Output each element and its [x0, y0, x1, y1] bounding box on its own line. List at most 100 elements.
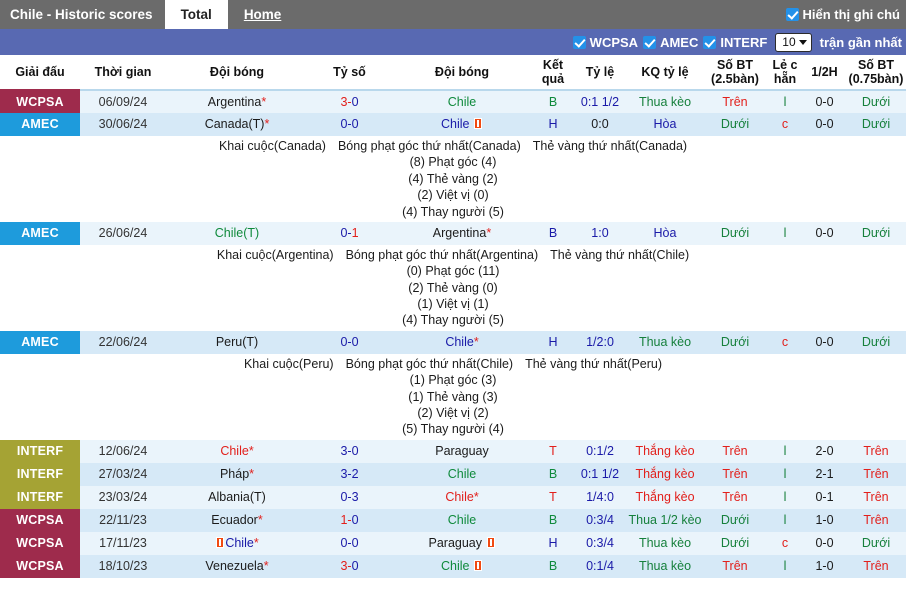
table-row[interactable]: WCPSA 06/09/24 Argentina* 3-0 Chile B 0:1 1/2 T… — [0, 90, 906, 113]
match-result: B — [533, 554, 573, 578]
handicap-result: Thua kèo — [627, 531, 703, 555]
match-detail-stat-line: (1) Phạt góc (3) — [409, 373, 497, 388]
interf-label: INTERF — [720, 34, 768, 50]
table-row[interactable]: WCPSA 18/10/23 Venezuela* 3-0 Chile B 0:1/4 Th… — [0, 554, 906, 578]
handicap-odds: 1/2:0 — [573, 330, 627, 354]
show-notes-control[interactable]: Hiển thị ghi chú — [785, 0, 906, 29]
team-name: Peru(T) — [215, 335, 259, 350]
table-row[interactable]: AMEC 26/06/24 Chile(T) 0-1 Argentina* B 1:0 Hòa… — [0, 221, 906, 245]
match-score[interactable]: 0-1 — [308, 221, 391, 245]
match-score[interactable]: 0-0 — [308, 330, 391, 354]
over-under-075: Dưới — [846, 330, 906, 354]
over-under-075: Dưới — [846, 221, 906, 245]
league-badge[interactable]: INTERF — [0, 485, 80, 509]
match-score[interactable]: 1-0 — [308, 508, 391, 532]
team-name: Chile — [447, 94, 477, 109]
col-score[interactable]: Tỷ số — [308, 55, 391, 91]
match-count-select[interactable]: 10 — [775, 32, 812, 52]
match-score[interactable]: 0-3 — [308, 485, 391, 509]
amec-checkbox[interactable] — [643, 35, 657, 49]
match-result: B — [533, 221, 573, 245]
match-date: 12/06/24 — [80, 439, 166, 463]
league-badge[interactable]: AMEC — [0, 221, 80, 245]
tab-home[interactable]: Home — [228, 0, 298, 29]
match-detail-stat-line: (2) Thẻ vàng (0) — [408, 280, 498, 295]
match-detail-stat-line: (8) Phạt góc (4) — [409, 155, 497, 170]
match-date: 27/03/24 — [80, 462, 166, 486]
match-detail-headline-item: Bóng phạt góc thứ nhất(Canada) — [337, 139, 521, 153]
match-detail-block: Khai cuộc(Argentina) Bóng phạt góc thứ nh… — [0, 244, 906, 331]
odd-even: l — [767, 439, 803, 463]
tab-total[interactable]: Total — [164, 0, 228, 29]
matches-table: Giải đấu Thời gian Đội bóng Tỷ số Đội bó… — [0, 55, 906, 578]
league-badge[interactable]: WCPSA — [0, 531, 80, 555]
match-score[interactable]: 3-0 — [308, 554, 391, 578]
table-row[interactable]: INTERF 23/03/24 Albania(T) 0-3 Chile* T 1/4:0 T… — [0, 485, 906, 509]
col-league[interactable]: Giải đấu — [0, 55, 80, 91]
col-time[interactable]: Thời gian — [80, 55, 166, 91]
filter-bar: WCPSA AMEC INTERF 10 trận gần nhất — [0, 29, 906, 55]
team-name: Albania(T) — [208, 489, 266, 504]
col-odds[interactable]: Tỷ lệ — [573, 55, 627, 91]
red-card-icon — [216, 536, 225, 548]
col-away-team[interactable]: Đội bóng — [391, 55, 533, 91]
handicap-result: Hòa — [627, 113, 703, 136]
table-row[interactable]: AMEC 22/06/24 Peru(T) 0-0 Chile* H 1/2:0 Thua k… — [0, 330, 906, 354]
filter-wcpsa[interactable]: WCPSA — [572, 35, 638, 50]
col-odd-even[interactable]: Lẻ c hẵn — [767, 55, 803, 91]
team-name: Chile — [441, 558, 470, 573]
match-count-value: 10 — [782, 35, 796, 49]
match-detail-stat-line: (2) Việt vị (2) — [417, 405, 489, 420]
col-odds-result[interactable]: KQ tỷ lệ — [627, 55, 703, 91]
half-time-score: 2-1 — [803, 462, 846, 486]
match-score[interactable]: 0-0 — [308, 113, 391, 136]
show-notes-checkbox[interactable] — [785, 8, 799, 21]
league-badge[interactable]: INTERF — [0, 462, 80, 486]
interf-checkbox[interactable] — [703, 35, 717, 49]
match-detail-headline: Khai cuộc(Peru) Bóng phạt góc thứ nhất(Ch… — [1, 357, 905, 371]
handicap-result: Thua kèo — [627, 554, 703, 578]
col-ou-075[interactable]: Số BT (0.75bàn) — [846, 55, 906, 91]
wcpsa-checkbox[interactable] — [572, 35, 586, 49]
handicap-odds: 0:1 1/2 — [573, 462, 627, 486]
table-row[interactable]: WCPSA 22/11/23 Ecuador* 1-0 Chile B 0:3/4 Thua … — [0, 508, 906, 532]
over-under-075: Trên — [846, 462, 906, 486]
over-under-25: Trên — [703, 462, 767, 486]
match-score[interactable]: 3-0 — [308, 439, 391, 463]
match-score[interactable]: 3-2 — [308, 462, 391, 486]
league-badge[interactable]: WCPSA — [0, 554, 80, 578]
col-home-team[interactable]: Đội bóng — [166, 55, 308, 91]
league-badge[interactable]: WCPSA — [0, 508, 80, 532]
chevron-down-icon — [798, 39, 807, 45]
col-half-time[interactable]: 1/2H — [803, 55, 846, 91]
league-badge[interactable]: WCPSA — [0, 90, 80, 113]
match-date: 06/09/24 — [80, 90, 166, 113]
team-name: Chile — [447, 466, 477, 481]
matches-table-body: WCPSA 06/09/24 Argentina* 3-0 Chile B 0:1 1/2 T… — [0, 90, 906, 578]
handicap-odds: 0:1/4 — [573, 554, 627, 578]
col-ou-25[interactable]: Số BT (2.5bàn) — [703, 55, 767, 91]
match-score[interactable]: 3-0 — [308, 90, 391, 113]
handicap-result: Thắng kèo — [627, 485, 703, 509]
match-detail-block: Khai cuộc(Peru) Bóng phạt góc thứ nhất(Ch… — [0, 353, 906, 440]
league-badge[interactable]: AMEC — [0, 113, 80, 136]
match-detail-headline-item: Bóng phạt góc thứ nhất(Chile) — [345, 356, 514, 371]
match-detail-headline: Khai cuộc(Canada) Bóng phạt góc thứ nhất(… — [1, 139, 905, 153]
match-score[interactable]: 0-0 — [308, 531, 391, 555]
league-badge[interactable]: AMEC — [0, 330, 80, 354]
col-result[interactable]: Kết quả — [533, 55, 573, 91]
handicap-result: Thua kèo — [627, 330, 703, 354]
over-under-25: Trên — [703, 485, 767, 509]
match-detail-block: Khai cuộc(Canada) Bóng phạt góc thứ nhất(… — [0, 136, 906, 222]
table-row[interactable]: INTERF 12/06/24 Chile* 3-0 Paraguay T 0:1/2 Thắ… — [0, 439, 906, 463]
half-time-score: 0-0 — [803, 330, 846, 354]
table-row[interactable]: INTERF 27/03/24 Pháp* 3-2 Chile B 0:1 1/2 Thắng… — [0, 462, 906, 486]
match-result: B — [533, 90, 573, 113]
filter-amec[interactable]: AMEC — [643, 35, 698, 50]
table-row[interactable]: AMEC 30/06/24 Canada(T)* 0-0 Chile H 0:0 Hòa Dư… — [0, 113, 906, 136]
handicap-result: Thua 1/2 kèo — [627, 508, 703, 532]
league-badge[interactable]: INTERF — [0, 439, 80, 463]
table-row[interactable]: WCPSA 17/11/23 Chile* 0-0 Paraguay H 0:3/4 Thu… — [0, 531, 906, 555]
filter-interf[interactable]: INTERF — [703, 35, 767, 50]
over-under-075: Dưới — [846, 113, 906, 136]
